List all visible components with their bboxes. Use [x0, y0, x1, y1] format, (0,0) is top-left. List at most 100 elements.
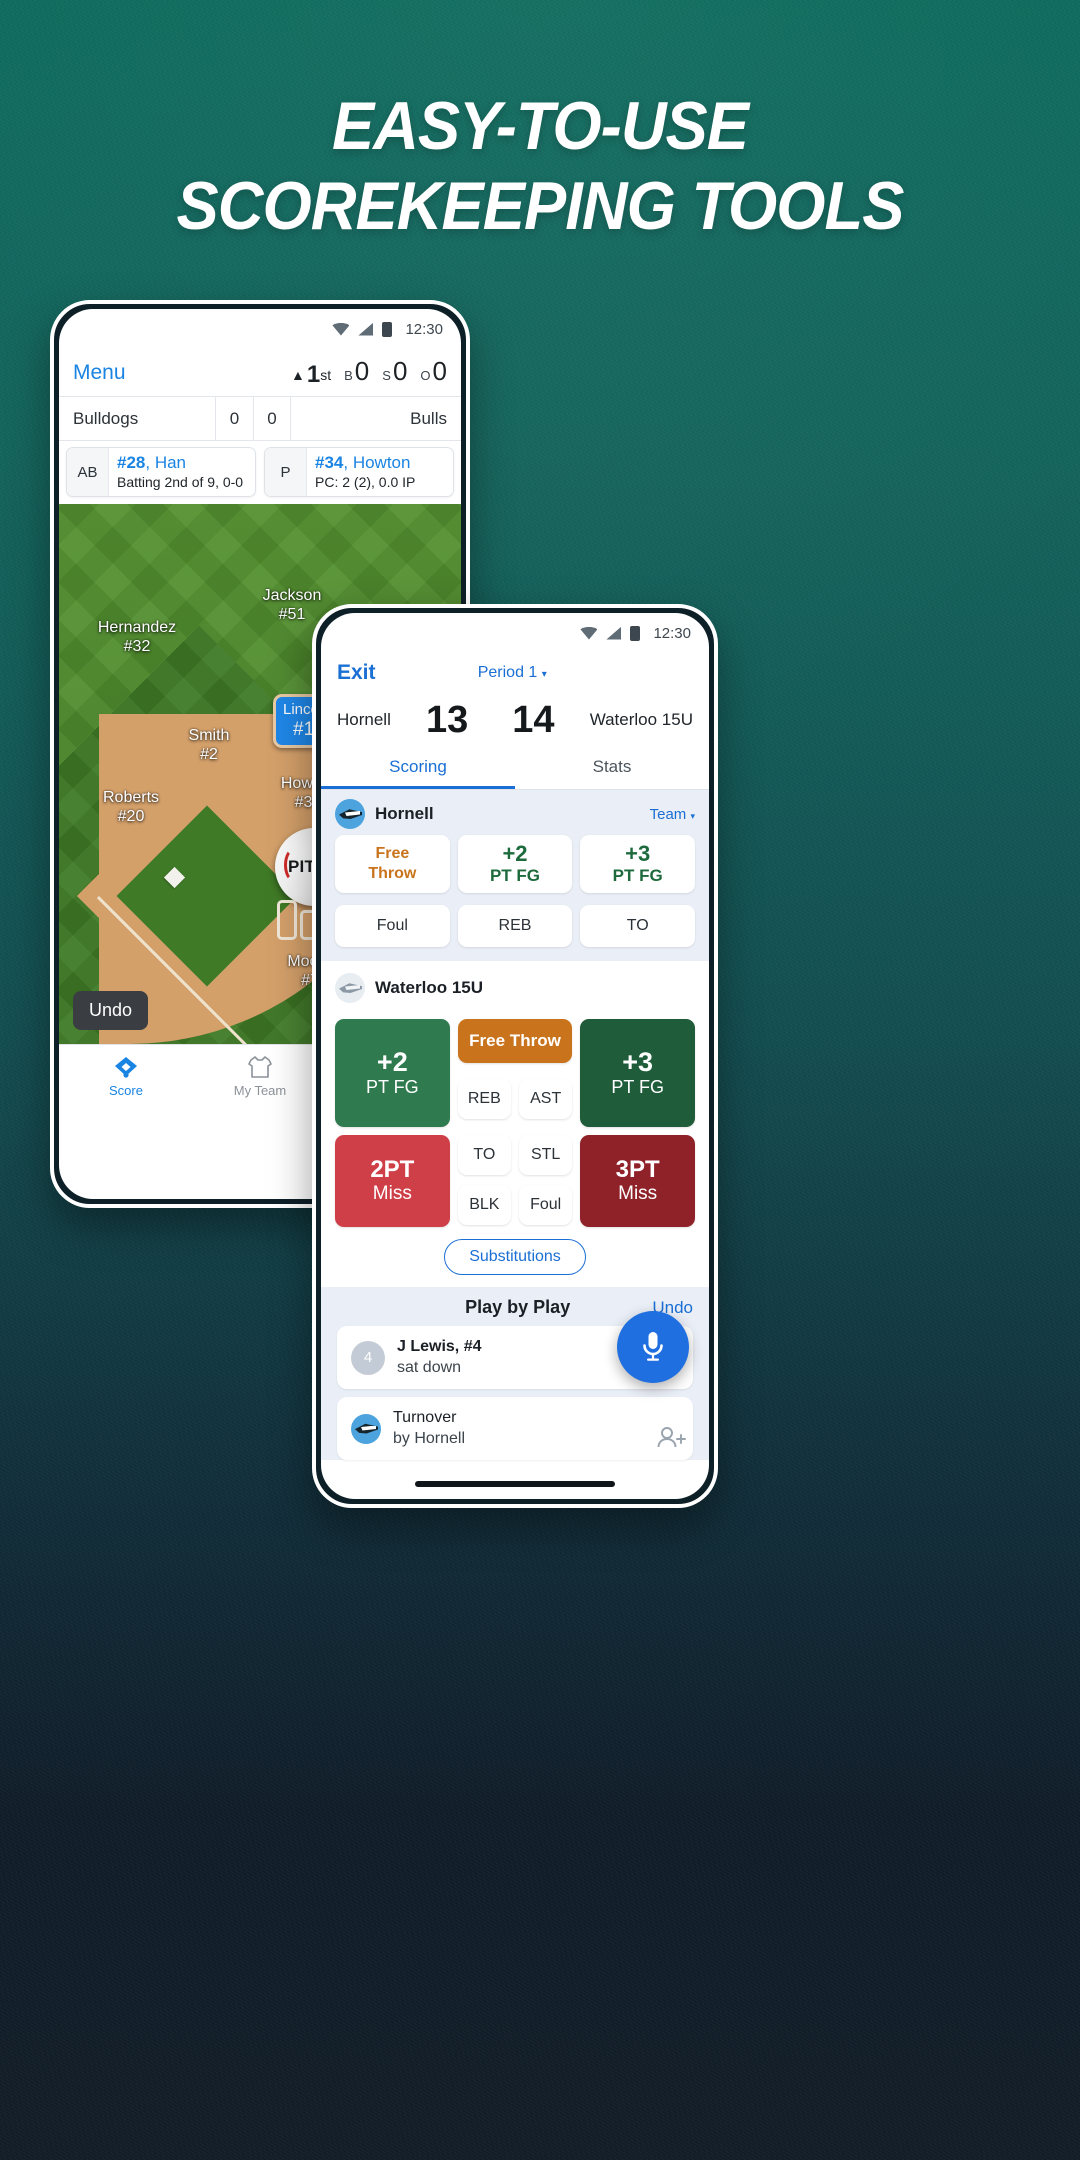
pitcher-card[interactable]: P #34, Howton PC: 2 (2), 0.0 IP — [264, 447, 454, 497]
status-bar: 12:30 — [59, 309, 461, 349]
headline-line-2: SCOREKEEPING TOOLS — [176, 168, 904, 244]
tab-my-team[interactable]: My Team — [193, 1045, 327, 1108]
home-two-point-button[interactable]: +2 PT FG — [457, 835, 573, 893]
home-free-throw-button[interactable]: Free Throw — [335, 835, 450, 893]
bk-away-team: Waterloo 15U — [589, 710, 693, 729]
chevron-down-icon: ▾ — [690, 810, 695, 821]
home-foul-button[interactable]: Foul — [335, 905, 450, 947]
substitutions-row: Substitutions — [321, 1237, 709, 1287]
list-item[interactable]: Turnover by Hornell — [337, 1397, 693, 1460]
strikes-label: S — [382, 368, 391, 383]
hornell-hawk-logo-icon — [335, 799, 365, 829]
at-bat-body: #28, Han Batting 2nd of 9, 0-0 — [109, 448, 255, 496]
baseball-top-bar: Menu ▲ 1st B 0 S 0 O 0 — [59, 349, 461, 397]
away-stl-button[interactable]: STL — [518, 1135, 573, 1175]
microphone-icon — [643, 1332, 663, 1361]
away-free-throw-button[interactable]: Free Throw — [457, 1019, 573, 1063]
exit-button[interactable]: Exit — [337, 661, 376, 685]
home-indicator-bar — [415, 1481, 615, 1487]
away-reb-button[interactable]: REB — [457, 1079, 511, 1119]
away-to-button[interactable]: TO — [457, 1135, 511, 1175]
bk-away-score: 14 — [512, 698, 555, 741]
microphone-button[interactable] — [617, 1311, 689, 1383]
at-bat-tag: AB — [67, 448, 109, 496]
at-bat-number: #28 — [117, 453, 146, 472]
away-team-name: Bulls — [410, 408, 447, 428]
baseball-seam-left — [284, 848, 304, 882]
tab-score-label: Score — [109, 1083, 143, 1098]
pbp-line-1: J Lewis, #4 — [397, 1338, 482, 1355]
tab-scoring[interactable]: Scoring — [321, 747, 515, 789]
period-selector[interactable]: Period 1 ▾ — [478, 664, 547, 682]
home-to-button[interactable]: TO — [580, 905, 696, 947]
hornell-hawk-logo-icon — [351, 1413, 381, 1444]
home-three-point-button[interactable]: +3 PT FG — [580, 835, 696, 893]
tab-score[interactable]: Score — [59, 1045, 193, 1108]
player-figure-1 — [277, 900, 297, 940]
pbp-line-2: sat down — [397, 1359, 462, 1376]
basketball-header: Exit Period 1 ▾ Hornell 13 14 Waterloo 1… — [321, 653, 709, 747]
balls-count: B 0 — [344, 356, 369, 387]
phone-mockup-basketball: 12:30 Exit Period 1 ▾ Hornell 13 14 Wate… — [312, 604, 718, 1508]
tab-my-team-label: My Team — [233, 1083, 287, 1098]
chevron-down-icon: ▾ — [541, 669, 547, 680]
away-panel-team-name: Waterloo 15U — [375, 978, 484, 997]
away-mid-row-3: BLK Foul — [457, 1185, 573, 1227]
status-clock-2: 12:30 — [653, 624, 691, 642]
substitutions-button[interactable]: Substitutions — [444, 1239, 586, 1275]
team-selector[interactable]: Team ▾ — [650, 806, 695, 823]
signal-icon — [358, 322, 374, 336]
basketball-app-screen: 12:30 Exit Period 1 ▾ Hornell 13 14 Wate… — [321, 613, 709, 1499]
add-person-button[interactable] — [657, 1426, 687, 1455]
away-foul-button[interactable]: Foul — [518, 1185, 573, 1225]
away-two-point-miss-button[interactable]: 2PT Miss — [335, 1135, 450, 1227]
basketball-scoreboard: Hornell 13 14 Waterloo 15U — [337, 693, 693, 747]
menu-button[interactable]: Menu — [73, 361, 126, 385]
outs-label: O — [420, 368, 431, 383]
inning-ordinal: st — [320, 367, 332, 383]
bk-home-score: 13 — [425, 698, 469, 741]
away-blk-button[interactable]: BLK — [457, 1185, 511, 1225]
balls-value: 0 — [354, 356, 370, 386]
waterloo-logo-icon — [335, 973, 365, 1003]
away-buttons-grid: +2 PT FG Free Throw +3 PT FG REB AST 2PT… — [321, 1013, 709, 1237]
tab-stats[interactable]: Stats — [515, 747, 709, 789]
home-buttons-row-1: Free Throw +2 PT FG +3 PT FG — [321, 835, 709, 905]
strikes-value: 0 — [392, 356, 408, 386]
team-selector-label: Team — [649, 805, 687, 823]
inning-arrow-icon: ▲ — [291, 367, 305, 383]
basketball-header-row-1: Exit Period 1 ▾ — [337, 653, 693, 693]
signal-icon — [606, 626, 622, 640]
page-title: EASY-TO-USE SCOREKEEPING TOOLS — [38, 86, 1042, 246]
diamond-field-icon — [115, 1057, 137, 1078]
away-mid-row-1: REB AST — [457, 1079, 573, 1127]
at-bat-card[interactable]: AB #28, Han Batting 2nd of 9, 0-0 — [66, 447, 256, 497]
away-three-point-miss-button[interactable]: 3PT Miss — [580, 1135, 695, 1227]
home-runs: 0 — [215, 397, 253, 440]
status-clock: 12:30 — [405, 320, 443, 338]
avatar: 4 — [351, 1340, 385, 1375]
baseball-scoreboard-row[interactable]: Bulldogs 0 0 Bulls — [59, 397, 461, 441]
bk-home-team: Hornell — [337, 710, 391, 729]
fielder-label-4: Roberts #20 — [102, 789, 160, 825]
inning-indicator[interactable]: ▲ 1st — [291, 361, 331, 389]
pitcher-tag: P — [265, 448, 307, 496]
away-two-point-button[interactable]: +2 PT FG — [335, 1019, 450, 1127]
home-team-row: Hornell Team ▾ — [321, 790, 709, 835]
undo-button[interactable]: Undo — [73, 991, 149, 1030]
home-reb-button[interactable]: REB — [457, 905, 573, 947]
away-three-point-button[interactable]: +3 PT FG — [580, 1019, 695, 1127]
home-panel-team-name: Hornell — [375, 804, 434, 823]
pitcher-number: #34 — [315, 453, 344, 472]
battery-icon — [630, 625, 641, 641]
away-ast-button[interactable]: AST — [518, 1079, 573, 1119]
battery-icon — [382, 321, 393, 337]
fielder-label-3: Smith #2 — [188, 727, 230, 763]
strikes-count: S 0 — [382, 356, 407, 387]
at-bat-player: #28, Han — [117, 453, 247, 473]
wifi-icon — [580, 626, 598, 640]
jersey-icon — [248, 1056, 272, 1078]
status-bar-2: 12:30 — [321, 613, 709, 653]
at-bat-detail: Batting 2nd of 9, 0-0 — [117, 474, 244, 490]
pbp-line-2: by Hornell — [393, 1430, 466, 1447]
